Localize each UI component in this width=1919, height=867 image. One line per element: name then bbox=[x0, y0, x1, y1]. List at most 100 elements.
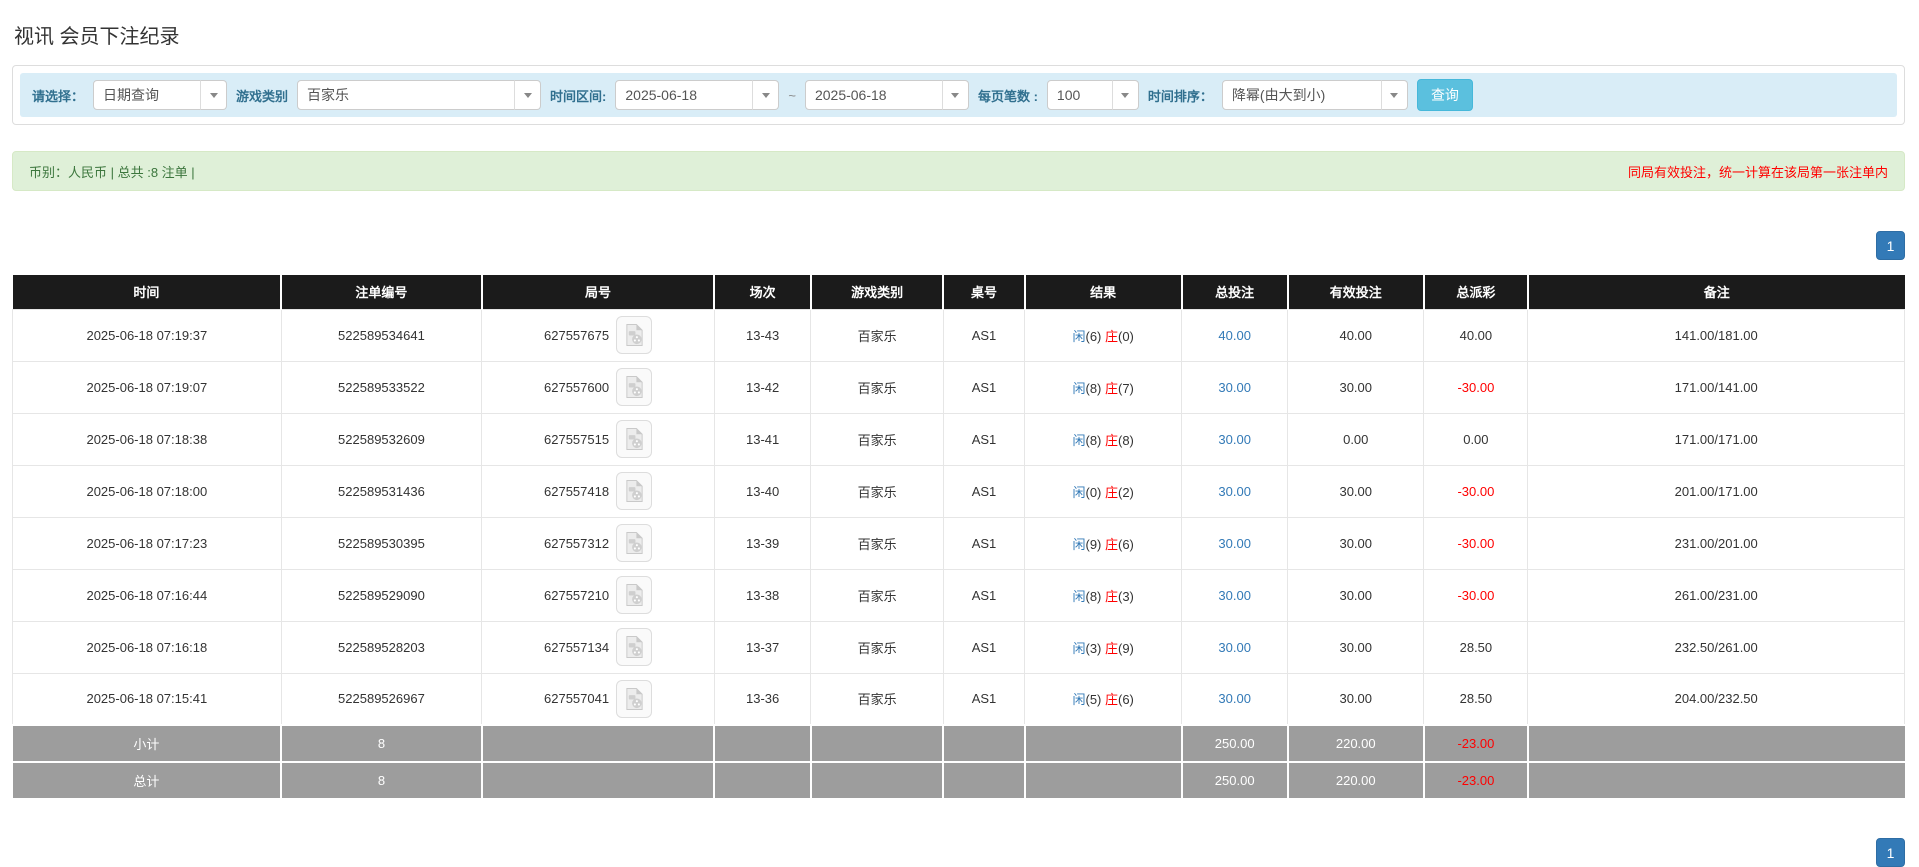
search-button[interactable]: 查询 bbox=[1416, 79, 1473, 111]
cell-round: 627557210 bbox=[481, 568, 715, 622]
total-bet-link[interactable]: 30.00 bbox=[1218, 536, 1251, 551]
cell-table-no: AS1 bbox=[942, 360, 1026, 414]
video-record-icon bbox=[625, 324, 643, 346]
cell-payout: -30.00 bbox=[1423, 516, 1529, 570]
cell-table-no: AS1 bbox=[942, 672, 1026, 726]
query-type-select[interactable]: 日期查询 bbox=[93, 80, 228, 110]
cell-valid-bet: 30.00 bbox=[1287, 672, 1425, 726]
time-sort-select[interactable]: 降幂(由大到小) bbox=[1221, 80, 1408, 110]
round-number: 627557134 bbox=[544, 639, 610, 655]
page-button-bottom[interactable]: 1 bbox=[1876, 838, 1905, 867]
video-replay-button[interactable] bbox=[616, 524, 653, 562]
column-header-7: 总投注 bbox=[1180, 275, 1288, 309]
table-row: 2025-06-18 07:18:00 522589531436 627557418… bbox=[12, 464, 1905, 518]
per-page-value[interactable]: 100 bbox=[1046, 80, 1113, 110]
game-type-value[interactable]: 百家乐 bbox=[297, 80, 516, 110]
caret-down-icon bbox=[523, 92, 532, 98]
cell-bet-id: 522589529090 bbox=[280, 568, 483, 622]
per-page-select[interactable]: 100 bbox=[1046, 80, 1139, 110]
date-from-select[interactable]: 2025-06-18 bbox=[615, 80, 780, 110]
total-bet-link[interactable]: 30.00 bbox=[1218, 380, 1251, 395]
cell-remark: 171.00/141.00 bbox=[1527, 360, 1905, 414]
date-to-dropdown-button[interactable] bbox=[941, 80, 969, 110]
filter-panel: 请选择： 日期查询 游戏类别 百家乐 时间区间: 2025-06-18 ~ 20… bbox=[12, 65, 1905, 125]
result-banker: 庄 bbox=[1104, 484, 1118, 500]
total-bet-link[interactable]: 30.00 bbox=[1218, 691, 1251, 706]
result-banker: 庄 bbox=[1104, 432, 1118, 448]
cell-result: 闲(3) 庄(9) bbox=[1024, 620, 1183, 674]
cell-time: 2025-06-18 07:18:00 bbox=[12, 464, 282, 518]
query-type-dropdown-button[interactable] bbox=[200, 80, 228, 110]
cell-time: 2025-06-18 07:19:07 bbox=[12, 360, 282, 414]
result-banker: 庄 bbox=[1104, 640, 1118, 656]
cell-total-bet: 30.00 bbox=[1181, 568, 1289, 622]
video-replay-button[interactable] bbox=[616, 472, 653, 510]
cell-valid-bet: 30.00 bbox=[1287, 464, 1425, 518]
sum-payout: -23.00 bbox=[1422, 761, 1529, 800]
result-banker: 庄 bbox=[1104, 536, 1118, 552]
total-bet-link[interactable]: 30.00 bbox=[1218, 432, 1251, 447]
cell-remark: 232.50/261.00 bbox=[1527, 620, 1905, 674]
table-row: 2025-06-18 07:15:41 522589526967 627557041… bbox=[12, 672, 1905, 726]
date-to-value[interactable]: 2025-06-18 bbox=[804, 80, 943, 110]
cell-remark: 231.00/201.00 bbox=[1527, 516, 1905, 570]
result-player: 闲 bbox=[1072, 432, 1086, 448]
cell-game: 百家乐 bbox=[810, 620, 944, 674]
total-bet-link[interactable]: 30.00 bbox=[1218, 640, 1251, 655]
game-type-select[interactable]: 百家乐 bbox=[297, 80, 542, 110]
video-replay-button[interactable] bbox=[616, 420, 653, 458]
cell-time: 2025-06-18 07:17:23 bbox=[12, 516, 282, 570]
cell-session: 13-39 bbox=[713, 516, 812, 570]
date-to-select[interactable]: 2025-06-18 bbox=[804, 80, 969, 110]
date-range-label: 时间区间: bbox=[550, 88, 607, 104]
cell-result: 闲(8) 庄(7) bbox=[1024, 360, 1183, 414]
video-record-icon bbox=[625, 376, 643, 398]
video-replay-button[interactable] bbox=[616, 576, 653, 614]
result-banker: 庄 bbox=[1104, 328, 1118, 344]
total-bet-link[interactable]: 30.00 bbox=[1218, 484, 1251, 499]
cell-game: 百家乐 bbox=[810, 568, 944, 622]
video-replay-button[interactable] bbox=[616, 368, 653, 406]
cell-total-bet: 30.00 bbox=[1181, 620, 1289, 674]
page-title: 视讯 会员下注纪录 bbox=[14, 26, 180, 48]
cell-round: 627557312 bbox=[481, 516, 715, 570]
time-sort-value[interactable]: 降幂(由大到小) bbox=[1221, 80, 1382, 110]
table-header: 时间 注单编号 局号 场次 游戏类别 桌号 结果 总投注 有效投注 总派彩 备注 bbox=[12, 275, 1905, 309]
cell-payout: -30.00 bbox=[1423, 464, 1529, 518]
game-type-dropdown-button[interactable] bbox=[514, 80, 542, 110]
video-replay-button[interactable] bbox=[616, 679, 653, 718]
cell-payout: 0.00 bbox=[1423, 412, 1529, 466]
column-header-4: 游戏类别 bbox=[809, 275, 944, 309]
result-player: 闲 bbox=[1072, 640, 1086, 656]
cell-result: 闲(9) 庄(6) bbox=[1024, 516, 1183, 570]
query-type-value[interactable]: 日期查询 bbox=[93, 80, 202, 110]
sum-payout: -23.00 bbox=[1422, 724, 1529, 763]
date-from-value[interactable]: 2025-06-18 bbox=[615, 80, 754, 110]
cell-bet-id: 522589526967 bbox=[280, 672, 483, 726]
cell-time: 2025-06-18 07:16:18 bbox=[12, 620, 282, 674]
time-sort-dropdown-button[interactable] bbox=[1380, 80, 1408, 110]
result-banker: 庄 bbox=[1104, 588, 1118, 604]
cell-round: 627557600 bbox=[481, 360, 715, 414]
per-page-dropdown-button[interactable] bbox=[1111, 80, 1139, 110]
caret-down-icon bbox=[1121, 92, 1130, 98]
page-button[interactable]: 1 bbox=[1876, 231, 1905, 260]
video-replay-button[interactable] bbox=[616, 316, 653, 354]
total-bet-link[interactable]: 40.00 bbox=[1218, 328, 1251, 343]
pagination-bottom: 1 bbox=[12, 838, 1905, 867]
valid-bet-note: 同局有效投注，统一计算在该局第一张注单内 bbox=[1627, 164, 1888, 180]
sum-valid-bet: 220.00 bbox=[1286, 724, 1425, 763]
video-replay-button[interactable] bbox=[616, 628, 653, 666]
cell-valid-bet: 0.00 bbox=[1287, 412, 1425, 466]
per-page-label: 每页笔数 : bbox=[977, 88, 1038, 104]
round-number: 627557675 bbox=[544, 327, 610, 343]
cell-session: 13-43 bbox=[713, 308, 812, 362]
result-player: 闲 bbox=[1072, 692, 1086, 708]
result-banker: 庄 bbox=[1104, 380, 1118, 396]
total-bet-link[interactable]: 30.00 bbox=[1218, 588, 1251, 603]
date-from-dropdown-button[interactable] bbox=[752, 80, 780, 110]
cell-result: 闲(8) 庄(3) bbox=[1024, 568, 1183, 622]
select-type-label: 请选择： bbox=[32, 88, 85, 104]
video-record-icon bbox=[625, 584, 643, 606]
table-row: 2025-06-18 07:17:23 522589530395 627557312… bbox=[12, 516, 1905, 570]
